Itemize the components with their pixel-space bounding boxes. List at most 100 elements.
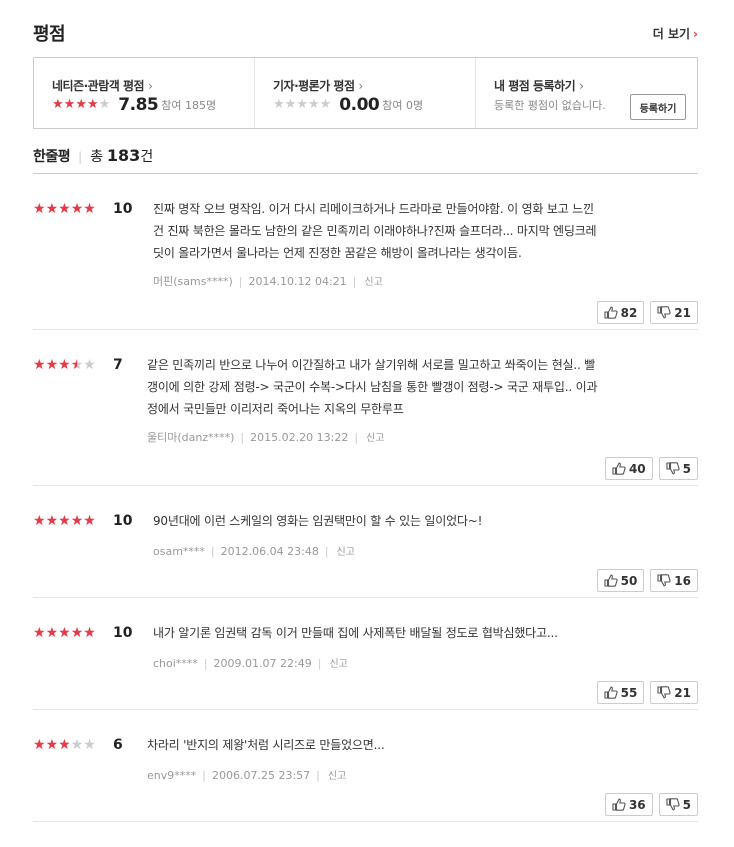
critic-rating-label[interactable]: 기자·평론가 평점 — [273, 79, 355, 93]
star-icon: ★ — [284, 97, 297, 112]
dislike-count: 21 — [674, 305, 691, 320]
report-link[interactable]: 신고 — [328, 771, 346, 782]
star-rating: ★ ★ ★ ★ ★ — [33, 626, 96, 640]
star-icon: ★ — [83, 357, 96, 373]
star-rating: ★ ★ ★ ★ ★ — [33, 738, 96, 752]
review-score: 7 — [113, 357, 123, 373]
review-author[interactable]: env9**** — [147, 769, 196, 782]
more-link[interactable]: 더 보기 › — [653, 25, 698, 42]
review-text-line: 딧이 올라가면서 울나라는 언제 진정한 꿈같은 해방이 올려나라는 생각이듬. — [153, 246, 522, 260]
like-button[interactable]: 82 — [596, 301, 645, 324]
star-icon: ★ — [307, 97, 320, 112]
dislike-count: 21 — [674, 685, 691, 700]
divider: | — [352, 275, 357, 288]
review-text-line: 차라리 '반지의 제왕'처럼 시리즈로 만들었으면... — [147, 738, 385, 752]
like-button[interactable]: 36 — [604, 793, 653, 816]
netizen-rating: 네티즌·관람객 평점 › ★ ★ ★ ★ ★ 7.85 참여 185명 — [34, 58, 255, 128]
netizen-participants: 참여 185명 — [161, 99, 217, 112]
critic-score: 0.00 — [339, 95, 380, 115]
like-button[interactable]: 55 — [596, 681, 645, 704]
chevron-right-icon: › — [579, 79, 584, 93]
thumbs-down-icon — [657, 574, 671, 587]
star-icon: ★ — [45, 737, 59, 753]
review-count-label: 한줄평 — [33, 149, 71, 165]
dislike-button[interactable]: 5 — [658, 457, 698, 480]
review-item: ★ ★ ★ ★ ★ 6 차라리 '반지의 제왕'처럼 시리즈로 만들었으면... env9**… — [33, 710, 698, 822]
review-count-suffix: 건 — [140, 149, 154, 165]
thumbs-up-icon — [604, 574, 618, 587]
netizen-rating-link[interactable]: 네티즌·관람객 평점 › — [52, 77, 153, 94]
review-item: ★ ★ ★ ★ ★ 10 내가 알기론 임권택 감독 이거 만들때 집에 사제폭탄 배달될 … — [33, 598, 698, 710]
review-author[interactable]: 울티마(danz****) — [147, 431, 234, 444]
divider: | — [210, 545, 215, 558]
rating-summary: 네티즌·관람객 평점 › ★ ★ ★ ★ ★ 7.85 참여 185명 기자·평론가 평점… — [33, 57, 698, 129]
star-icon: ★ — [83, 201, 96, 217]
star-icon: ★ — [83, 625, 96, 641]
star-icon: ★ — [319, 97, 332, 112]
star-icon: ★ — [33, 625, 46, 641]
review-text-line: 갱이에 의한 강제 점령-> 국군이 수복->다시 남침을 통한 빨갱이 점령-… — [147, 380, 598, 394]
dislike-button[interactable]: 21 — [650, 681, 698, 704]
review-score: 10 — [113, 201, 133, 217]
review-author[interactable]: choi**** — [153, 657, 198, 670]
review-author[interactable]: osam**** — [153, 545, 205, 558]
review-date: 2009.01.07 22:49 — [213, 657, 312, 670]
report-link[interactable]: 신고 — [364, 277, 382, 288]
vote-buttons: 50 16 — [596, 569, 698, 592]
like-count: 50 — [620, 573, 638, 588]
review-text-line: 진짜 명작 오브 명작임. 이거 다시 리메이크하거나 드라마로 만들어야함. … — [153, 202, 594, 216]
like-button[interactable]: 40 — [604, 457, 653, 480]
thumbs-up-icon — [612, 462, 626, 475]
dislike-button[interactable]: 21 — [650, 301, 698, 324]
like-count: 36 — [628, 797, 646, 812]
divider: | — [316, 769, 320, 782]
netizen-score: 7.85 — [118, 95, 159, 115]
star-icon: ★ — [33, 737, 46, 753]
vote-buttons: 55 21 — [596, 681, 698, 704]
review-author[interactable]: 머핀(sams****) — [153, 275, 233, 288]
star-rating: ★ ★ ★ ★ ★ — [33, 514, 96, 528]
my-rating-label[interactable]: 내 평점 등록하기 — [494, 79, 576, 93]
like-button[interactable]: 50 — [596, 569, 645, 592]
review-meta: choi**** | 2009.01.07 22:49 | 신고 — [153, 655, 348, 670]
review-date: 2006.07.25 23:57 — [211, 769, 311, 782]
rating-header: 평점 더 보기 › — [33, 18, 698, 48]
star-rating: ★ ★ ★ ★ ★ — [33, 358, 96, 372]
review-item: ★ ★ ★ ★ ★ 10 진짜 명작 오브 명작임. 이거 다시 리메이크하거나 드라마로 … — [33, 174, 698, 330]
star-icon: ★ — [83, 513, 96, 529]
register-rating-button[interactable]: 등록하기 — [630, 94, 686, 120]
netizen-rating-label[interactable]: 네티즌·관람객 평점 — [52, 79, 145, 93]
dislike-button[interactable]: 5 — [658, 793, 698, 816]
star-icon: ★ — [33, 513, 46, 529]
star-icon: ★ — [33, 357, 46, 373]
my-rating: 내 평점 등록하기 › 등록한 평점이 없습니다. 등록하기 — [476, 58, 697, 128]
divider: | — [317, 657, 322, 670]
review-text-line: 건 진짜 북한은 몰라도 남한의 같은 민족끼리 이래야하나?진짜 슬프더라..… — [153, 224, 597, 238]
review-count-prefix: 총 — [90, 149, 104, 165]
chevron-right-icon: › — [148, 79, 153, 93]
like-count: 40 — [628, 461, 646, 476]
review-count-number: 183 — [106, 146, 141, 165]
dislike-button[interactable]: 16 — [650, 569, 698, 592]
star-rating: ★ ★ ★ ★ ★ — [273, 98, 331, 112]
my-rating-link[interactable]: 내 평점 등록하기 › — [494, 77, 584, 94]
star-icon: ★ — [75, 97, 87, 112]
more-label[interactable]: 더 보기 — [653, 27, 690, 41]
star-icon: ★ — [70, 625, 84, 641]
critic-rating: 기자·평론가 평점 › ★ ★ ★ ★ ★ 0.00 참여 0명 — [255, 58, 476, 128]
star-icon: ★ — [63, 97, 76, 112]
star-icon: ★ — [70, 201, 84, 217]
star-rating: ★ ★ ★ ★ ★ — [33, 202, 96, 216]
star-icon: ★ — [70, 357, 84, 373]
report-link[interactable]: 신고 — [329, 659, 347, 670]
vote-buttons: 36 5 — [604, 793, 698, 816]
report-link[interactable]: 신고 — [366, 433, 384, 444]
report-link[interactable]: 신고 — [337, 547, 355, 558]
star-icon: ★ — [58, 625, 71, 641]
review-text-line: 같은 민족끼리 반으로 나누어 이간질하고 내가 살기위해 서로를 밀고하고 쏴… — [147, 358, 596, 372]
critic-rating-link[interactable]: 기자·평론가 평점 › — [273, 77, 363, 94]
star-icon: ★ — [45, 357, 59, 373]
thumbs-down-icon — [657, 306, 671, 319]
review-item: ★ ★ ★ ★ ★ 10 90년대에 이런 스케일의 영화는 임권택만이 할 수 있는 일이… — [33, 486, 698, 598]
divider: | — [78, 150, 83, 164]
